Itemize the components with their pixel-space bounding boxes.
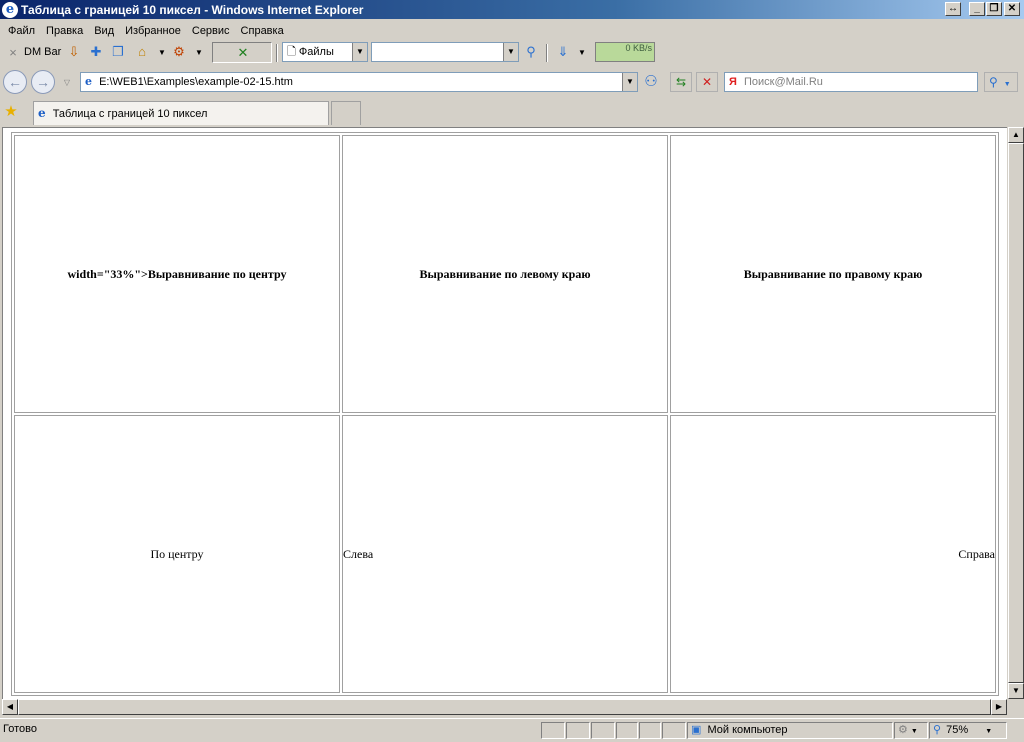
home-icon[interactable]: ⌂	[134, 44, 150, 60]
toolbar-separator	[546, 44, 548, 62]
download-arrow-icon[interactable]: ⇓	[555, 44, 571, 60]
search-button[interactable]: ⚲ ▼	[984, 72, 1018, 92]
status-panel	[616, 722, 638, 739]
status-panel	[541, 722, 565, 739]
status-bar: Готово ▣ Мой компьютер ⚙ ▼ ⚲ 75% ▼	[0, 718, 1024, 740]
menu-bar: Файл Правка Вид Избранное Сервис Справка	[0, 21, 1024, 41]
ie-logo-icon: e	[2, 1, 18, 18]
minimize-button[interactable]: _	[969, 2, 985, 16]
title-bar: e Таблица с границей 10 пиксел - Windows…	[0, 0, 1024, 19]
menu-favorites[interactable]: Избранное	[120, 25, 187, 37]
history-dropdown-icon[interactable]: ▽	[59, 75, 75, 91]
address-url: E:\WEB1\Examples\example-02-15.htm	[99, 76, 293, 88]
yandex-icon: Я	[729, 76, 737, 88]
status-panel	[591, 722, 615, 739]
address-toolbar: ← → ▽ e E:\WEB1\Examples\example-02-15.h…	[0, 66, 1024, 98]
forward-arrow-icon[interactable]: →	[31, 70, 55, 94]
table-cell: По центру	[14, 415, 340, 693]
bordered-table: width="33%">Выравнивание по центру Вырав…	[11, 132, 999, 696]
tools-icon[interactable]: ⚙	[171, 44, 187, 60]
table-cell: Выравнивание по левому краю	[342, 135, 668, 413]
cursor-capture-icon: ✕	[237, 45, 249, 60]
back-arrow-icon[interactable]: ←	[3, 70, 27, 94]
settings-icon: ⚙	[898, 724, 908, 736]
scroll-thumb[interactable]	[18, 699, 991, 715]
security-zone: ▣ Мой компьютер	[687, 722, 893, 739]
status-panel	[566, 722, 590, 739]
search-input[interactable]: Я Поиск@Mail.Ru	[724, 72, 978, 92]
dropdown-arrow-icon[interactable]: ▼	[191, 45, 207, 61]
add-download-icon[interactable]: ✚	[88, 44, 104, 60]
zoom-button[interactable]: ⚲ 75% ▼	[929, 722, 1007, 739]
computer-icon: ▣	[691, 724, 702, 736]
zoom-level: 75%	[946, 724, 969, 736]
page-viewport: width="33%">Выравнивание по центру Вырав…	[2, 127, 1007, 699]
zone-label: Мой компьютер	[707, 724, 788, 736]
refresh-icon[interactable]: ⇆	[670, 72, 692, 92]
address-field[interactable]: e E:\WEB1\Examples\example-02-15.htm ▼	[80, 72, 638, 92]
window-title: Таблица с границей 10 пиксел - Windows I…	[21, 2, 364, 17]
dropdown-arrow-icon[interactable]: ▼	[154, 45, 170, 61]
menu-tools[interactable]: Сервис	[187, 25, 236, 37]
status-panel	[639, 722, 661, 739]
menu-view[interactable]: Вид	[89, 25, 120, 37]
menu-help[interactable]: Справка	[236, 25, 290, 37]
table-row: width="33%">Выравнивание по центру Вырав…	[14, 135, 996, 413]
zoom-icon: ⚲	[933, 724, 942, 736]
menu-file[interactable]: Файл	[3, 25, 41, 37]
search-icon: ⚲	[989, 75, 998, 89]
chevron-down-icon: ▼	[503, 43, 518, 61]
stop-icon[interactable]: ✕	[696, 72, 718, 92]
scroll-right-icon[interactable]: ▶	[991, 699, 1007, 715]
new-tab-button[interactable]	[331, 101, 361, 125]
status-panel	[662, 722, 686, 739]
restore-layout-button[interactable]: ↔	[945, 2, 961, 16]
chevron-down-icon: ▼	[622, 73, 637, 91]
table-cell: Выравнивание по правому краю	[670, 135, 996, 413]
chevron-down-icon: ▼	[1003, 81, 1011, 88]
speed-meter: 0 KB/s	[595, 42, 655, 62]
tab-active[interactable]: e Таблица с границей 10 пиксел	[33, 101, 329, 125]
tab-page-icon: e	[38, 106, 46, 120]
toolbar-select[interactable]: ▼	[371, 42, 519, 62]
page-icon: e	[85, 75, 92, 88]
chevron-down-icon: ▼	[910, 728, 918, 735]
dm-bar-label[interactable]: DM Bar	[24, 46, 61, 58]
dropdown-arrow-icon[interactable]: ▼	[574, 45, 590, 61]
scroll-up-icon[interactable]: ▲	[1008, 127, 1024, 143]
close-button[interactable]: ✕	[1004, 2, 1020, 16]
scroll-thumb[interactable]	[1008, 143, 1024, 683]
maximize-button[interactable]: ❐	[986, 2, 1002, 16]
windows-icon[interactable]: ❐	[110, 44, 126, 60]
table-row: По центру Слева Справа	[14, 415, 996, 693]
horizontal-scrollbar[interactable]: ◀ ▶	[2, 699, 1007, 715]
files-select-value: Файлы	[298, 46, 334, 58]
status-text: Готово	[3, 723, 37, 735]
tab-title: Таблица с границей 10 пиксел	[52, 108, 208, 120]
favorites-star-icon[interactable]: ★	[3, 104, 19, 120]
document-icon: 🗋	[287, 46, 296, 58]
toolbar-separator	[276, 44, 278, 62]
menu-edit[interactable]: Правка	[41, 25, 89, 37]
capture-button[interactable]: ✕	[212, 42, 272, 63]
table-cell: width="33%">Выравнивание по центру	[14, 135, 340, 413]
chevron-down-icon: ▼	[352, 43, 367, 61]
search-placeholder: Поиск@Mail.Ru	[743, 76, 823, 88]
tab-bar: ★ e Таблица с границей 10 пиксел	[0, 99, 1024, 127]
dm-toolbar: × DM Bar ⇩ ✚ ❐ ⌂ ▼ ⚙ ▼ ✕ 🗋 Файлы ▼ ▼ ⚲ ⇓…	[0, 41, 1024, 65]
table-cell: Справа	[670, 415, 996, 693]
compatibility-icon[interactable]: ⚇	[643, 74, 659, 90]
table-cell: Слева	[342, 415, 668, 693]
download-manager-icon[interactable]: ⇩	[66, 44, 82, 60]
protected-mode-button[interactable]: ⚙ ▼	[894, 722, 928, 739]
chevron-down-icon: ▼	[985, 728, 993, 735]
scroll-left-icon[interactable]: ◀	[2, 699, 18, 715]
scroll-down-icon[interactable]: ▼	[1008, 683, 1024, 699]
close-toolbar-icon[interactable]: ×	[5, 45, 21, 61]
go-search-icon[interactable]: ⚲	[523, 44, 539, 60]
vertical-scrollbar[interactable]: ▲ ▼	[1007, 127, 1024, 699]
files-select[interactable]: 🗋 Файлы ▼	[282, 42, 368, 62]
